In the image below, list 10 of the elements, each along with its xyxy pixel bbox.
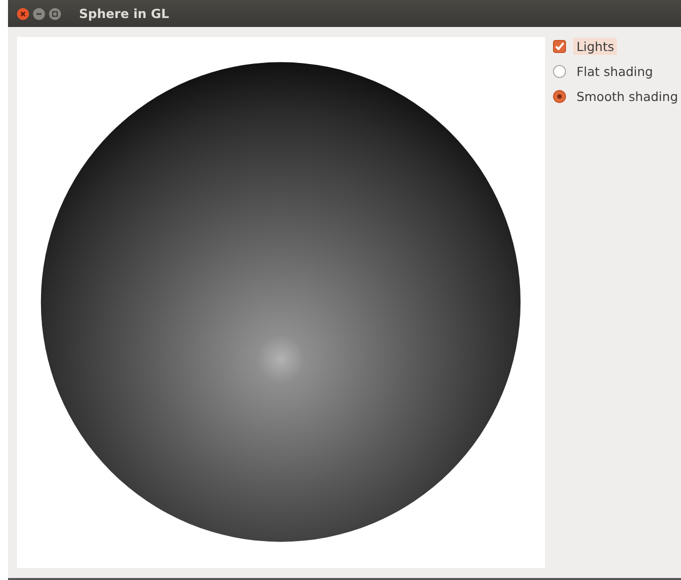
radio-button[interactable]	[553, 65, 566, 78]
option-label: Smooth shading	[575, 88, 679, 105]
option-label: Flat shading	[575, 63, 654, 80]
radio-button[interactable]	[553, 90, 566, 103]
option-label: Lights	[573, 38, 618, 55]
close-icon[interactable]	[17, 8, 29, 20]
window-title: Sphere in GL	[79, 6, 170, 21]
checkbox[interactable]	[553, 40, 566, 53]
maximize-icon[interactable]	[49, 8, 61, 20]
minimize-icon[interactable]	[33, 8, 45, 20]
